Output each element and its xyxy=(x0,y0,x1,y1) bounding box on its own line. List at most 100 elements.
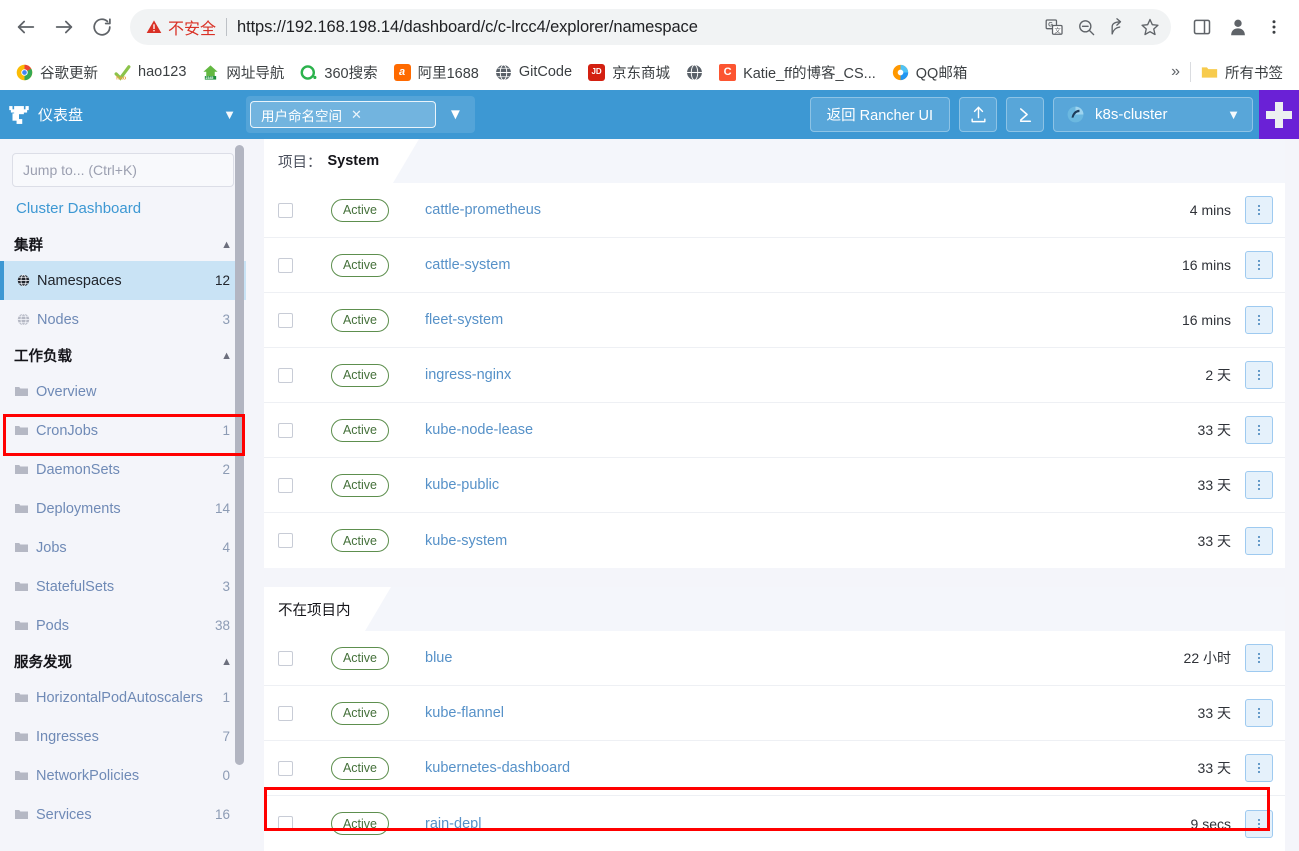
translate-icon[interactable]: G文 xyxy=(1039,12,1069,42)
row-checkbox[interactable] xyxy=(278,312,293,328)
all-bookmarks-button[interactable]: 所有书签 xyxy=(1191,58,1291,87)
upload-icon[interactable] xyxy=(959,97,997,132)
namespace-link[interactable]: kube-node-lease xyxy=(425,422,1198,438)
sidebar-item-horizontalpodautoscalers[interactable]: HorizontalPodAutoscalers 1 xyxy=(0,678,246,717)
kebab-menu-icon[interactable] xyxy=(1245,644,1273,672)
bookmark-item[interactable]: JD 京东商城 xyxy=(580,58,678,87)
chevron-up-icon[interactable]: ▲ xyxy=(221,350,232,362)
search-input[interactable]: Jump to... (Ctrl+K) xyxy=(12,153,234,187)
sidebar-scrollbar[interactable] xyxy=(235,145,244,765)
back-arrow-icon[interactable] xyxy=(8,9,44,45)
bookmark-item[interactable]: QQ邮箱 xyxy=(884,58,976,87)
sidebar-item-jobs[interactable]: Jobs 4 xyxy=(0,528,246,567)
table-row[interactable]: Active kube-flannel 33 天 xyxy=(264,686,1285,741)
table-row[interactable]: Active kube-public 33 天 xyxy=(264,458,1285,513)
bookmarks-overflow-button[interactable]: » xyxy=(1161,63,1190,81)
bookmark-item[interactable]: 2345 网址导航 xyxy=(194,58,292,87)
back-to-rancher-button[interactable]: 返回 Rancher UI xyxy=(809,97,950,132)
row-checkbox[interactable] xyxy=(278,760,293,776)
bookmark-item[interactable] xyxy=(678,60,711,85)
rancher-logo-icon[interactable] xyxy=(0,90,38,139)
kebab-menu-icon[interactable] xyxy=(1245,251,1273,279)
bookmark-star-icon[interactable] xyxy=(1135,12,1165,42)
chevron-up-icon[interactable]: ▲ xyxy=(221,656,232,668)
sidebar-item-cluster-dashboard[interactable]: Cluster Dashboard xyxy=(0,187,246,228)
table-row[interactable]: Active kube-system 33 天 xyxy=(264,513,1285,568)
table-row[interactable]: Active ingress-nginx 2 天 xyxy=(264,348,1285,403)
x-icon[interactable]: ✕ xyxy=(351,107,362,123)
kebab-menu-icon[interactable] xyxy=(1245,416,1273,444)
table-row[interactable]: Active cattle-system 16 mins xyxy=(264,238,1285,293)
namespace-link[interactable]: fleet-system xyxy=(425,312,1182,328)
kebab-menu-icon[interactable] xyxy=(1245,361,1273,389)
namespace-link[interactable]: cattle-system xyxy=(425,257,1182,273)
sidebar-item-ingresses[interactable]: Ingresses 7 xyxy=(0,717,246,756)
address-bar[interactable]: 不安全 https://192.168.198.14/dashboard/c/c… xyxy=(130,9,1171,45)
sidebar-group-service-discovery[interactable]: 服务发现 ▲ xyxy=(0,645,246,678)
namespace-link[interactable]: kube-public xyxy=(425,477,1198,493)
chevron-down-icon[interactable]: ▼ xyxy=(223,107,236,122)
namespace-link[interactable]: ingress-nginx xyxy=(425,367,1205,383)
sidebar-group-workloads[interactable]: 工作负载 ▲ xyxy=(0,339,246,372)
sidebar-item-cronjobs[interactable]: CronJobs 1 xyxy=(0,411,246,450)
row-checkbox[interactable] xyxy=(278,367,293,383)
bookmark-item[interactable]: C Katie_ff的博客_CS... xyxy=(711,58,884,87)
kebab-menu-icon[interactable] xyxy=(1245,699,1273,727)
row-checkbox[interactable] xyxy=(278,202,293,218)
kebab-menu-icon[interactable] xyxy=(1245,809,1273,838)
kebab-menu-icon[interactable] xyxy=(1245,306,1273,334)
row-checkbox[interactable] xyxy=(278,650,293,666)
namespace-link[interactable]: kube-flannel xyxy=(425,705,1198,721)
chrome-menu-icon[interactable] xyxy=(1257,10,1291,44)
row-checkbox[interactable] xyxy=(278,477,293,493)
bookmark-item[interactable]: 360搜索 xyxy=(292,58,385,87)
cluster-selector[interactable]: k8s-cluster ▼ xyxy=(1053,97,1253,132)
table-row[interactable]: Active cattle-prometheus 4 mins xyxy=(264,183,1285,238)
sidebar-item-nodes[interactable]: Nodes 3 xyxy=(0,300,246,339)
table-row[interactable]: Active fleet-system 16 mins xyxy=(264,293,1285,348)
kebab-menu-icon[interactable] xyxy=(1245,471,1273,499)
table-row[interactable]: Active blue 22 小时 xyxy=(264,631,1285,686)
kebab-menu-icon[interactable] xyxy=(1245,526,1273,555)
bookmark-item[interactable]: hao hao123 xyxy=(106,60,194,85)
dashboard-title-group[interactable]: 仪表盘 ▼ xyxy=(38,90,246,139)
sidebar-item-statefulsets[interactable]: StatefulSets 3 xyxy=(0,567,246,606)
sidebar-item-overview[interactable]: Overview xyxy=(0,372,246,411)
table-row[interactable]: Active kube-node-lease 33 天 xyxy=(264,403,1285,458)
namespace-filter[interactable]: 用户命名空间 ✕ ▼ xyxy=(246,96,475,133)
reload-icon[interactable] xyxy=(84,9,120,45)
kebab-menu-icon[interactable] xyxy=(1245,754,1273,782)
table-row[interactable]: Active kubernetes-dashboard 33 天 xyxy=(264,741,1285,796)
chevron-up-icon[interactable]: ▲ xyxy=(221,239,232,251)
sidebar-item-deployments[interactable]: Deployments 14 xyxy=(0,489,246,528)
row-checkbox[interactable] xyxy=(278,705,293,721)
forward-arrow-icon[interactable] xyxy=(46,9,82,45)
security-warning[interactable]: 不安全 xyxy=(146,15,216,39)
namespace-link[interactable]: kube-system xyxy=(425,533,1198,549)
sidebar-item-namespaces[interactable]: Namespaces 12 xyxy=(0,261,246,300)
sidebar-item-pods[interactable]: Pods 38 xyxy=(0,606,246,645)
row-checkbox[interactable] xyxy=(278,816,293,831)
row-checkbox[interactable] xyxy=(278,257,293,273)
terminal-icon[interactable] xyxy=(1006,97,1044,132)
namespace-filter-pill[interactable]: 用户命名空间 ✕ xyxy=(250,101,436,128)
side-panel-icon[interactable] xyxy=(1185,10,1219,44)
row-checkbox[interactable] xyxy=(278,422,293,438)
profile-icon[interactable] xyxy=(1221,10,1255,44)
chevron-down-icon[interactable]: ▼ xyxy=(1227,107,1240,122)
sidebar-group-cluster[interactable]: 集群 ▲ xyxy=(0,228,246,261)
zoom-out-icon[interactable] xyxy=(1071,12,1101,42)
sidebar-item-services[interactable]: Services 16 xyxy=(0,795,246,834)
row-checkbox[interactable] xyxy=(278,533,293,548)
kebab-menu-icon[interactable] xyxy=(1245,196,1273,224)
chevron-down-icon[interactable]: ▼ xyxy=(436,106,469,123)
namespace-link[interactable]: cattle-prometheus xyxy=(425,202,1190,218)
sidebar-item-daemonsets[interactable]: DaemonSets 2 xyxy=(0,450,246,489)
bookmark-item[interactable]: a 阿里1688 xyxy=(386,58,487,87)
bookmark-item[interactable]: GitCode xyxy=(487,60,580,85)
namespace-link[interactable]: rain-depl xyxy=(425,816,1191,832)
bookmark-item[interactable]: 谷歌更新 xyxy=(8,58,106,87)
plus-tile-icon[interactable] xyxy=(1259,90,1299,139)
sidebar-item-networkpolicies[interactable]: NetworkPolicies 0 xyxy=(0,756,246,795)
url-text[interactable]: https://192.168.198.14/dashboard/c/c-lrc… xyxy=(237,18,1039,37)
